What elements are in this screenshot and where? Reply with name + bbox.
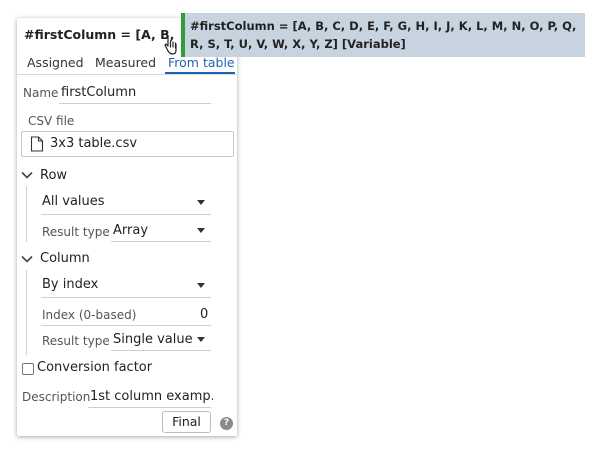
name-input-underline [59,103,211,104]
name-label: Name [23,86,59,100]
active-tab-indicator [165,72,235,74]
column-select-caret-icon[interactable] [197,283,205,288]
tooltip-accent-bar [181,13,185,57]
file-icon [30,136,44,152]
column-collapse-chevron-icon[interactable] [21,255,33,263]
row-select-underline [41,214,211,215]
csv-file-picker[interactable]: 3x3 table.csv [21,131,234,157]
row-section-guide [26,186,27,242]
row-section-title[interactable]: Row [40,168,67,183]
row-collapse-chevron-icon[interactable] [21,171,33,179]
conversion-factor-label[interactable]: Conversion factor [37,360,152,375]
column-index-label: Index (0-based) [42,308,137,322]
csv-file-label: CSV file [28,114,75,128]
description-label: Description [22,390,91,404]
description-underline [88,407,211,408]
column-index-input[interactable]: 0 [200,307,208,322]
variable-dialog: #firstColumn = [A, B, C, ... Assigned Me… [17,18,237,436]
column-section-title[interactable]: Column [40,251,90,266]
row-select-caret-icon[interactable] [197,200,205,205]
row-result-type-underline [111,241,211,242]
column-result-type-label: Result type [42,334,110,348]
row-select[interactable]: All values [42,194,105,209]
column-index-underline [41,325,211,326]
column-section-guide [26,270,27,355]
column-result-type-select[interactable]: Single value [113,332,193,347]
column-select[interactable]: By index [42,277,98,292]
variable-tooltip: #firstColumn = [A, B, C, D, E, F, G, H, … [181,13,585,57]
row-result-type-caret-icon[interactable] [197,228,205,233]
description-input[interactable]: 1st column examp... [90,389,213,404]
tab-measured[interactable]: Measured [95,55,156,70]
csv-file-name: 3x3 table.csv [50,136,138,151]
column-result-type-caret-icon[interactable] [197,337,205,342]
row-result-type-label: Result type [42,225,110,239]
tooltip-text: #firstColumn = [A, B, C, D, E, F, G, H, … [190,19,577,51]
column-select-underline [41,297,211,298]
column-result-type-underline [111,350,211,351]
name-input[interactable]: firstColumn [61,85,136,100]
tab-assigned[interactable]: Assigned [27,55,84,70]
help-icon[interactable]: ? [220,417,233,430]
dialog-title: #firstColumn = [A, B, C, ... [24,27,174,42]
conversion-factor-checkbox[interactable] [22,363,34,375]
tab-from-table[interactable]: From table [168,55,235,70]
row-result-type-select[interactable]: Array [113,223,148,238]
final-button[interactable]: Final [162,411,211,433]
